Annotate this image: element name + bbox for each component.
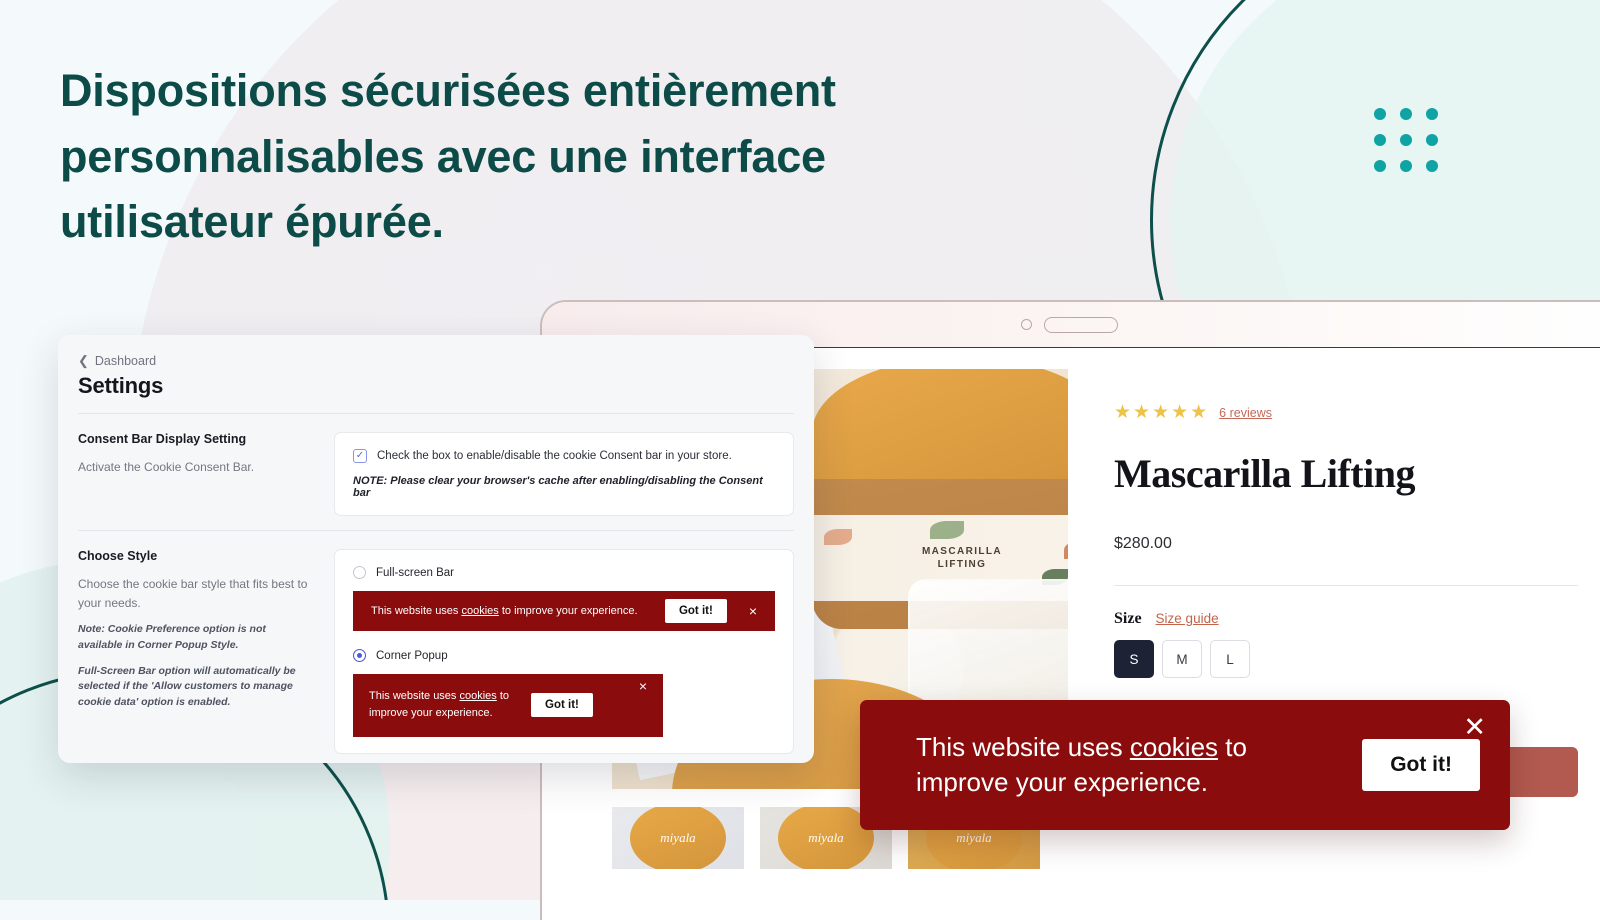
- jar-label-line1: MASCARILLA: [921, 546, 1003, 557]
- reviews-link[interactable]: 6 reviews: [1219, 406, 1272, 420]
- consent-note: NOTE: Please clear your browser's cache …: [353, 475, 763, 499]
- cookie-banner-close-icon[interactable]: ✕: [1463, 714, 1486, 741]
- product-info: ★★★★★ 6 reviews Mascarilla Lifting $280.…: [1072, 347, 1600, 920]
- speaker-icon: [1044, 316, 1118, 333]
- preview-full-close-icon[interactable]: ×: [741, 603, 765, 619]
- style-row-subtitle: Choose the cookie bar style that fits be…: [78, 577, 308, 610]
- preview-corner-got-it-button[interactable]: Got it!: [531, 692, 593, 717]
- style-row-panel: Full-screen Bar This website uses cookie…: [334, 549, 794, 754]
- divider: [78, 413, 794, 414]
- cookies-link[interactable]: cookies: [1130, 732, 1218, 762]
- preview-corner-popup: × This website uses cookies to improve y…: [353, 674, 663, 737]
- jar-label-line2: LIFTING: [937, 559, 987, 570]
- preview-corner-text: This website uses cookies to improve you…: [369, 690, 510, 719]
- cookies-link[interactable]: cookies: [461, 605, 498, 617]
- size-label-row: Size Size guide: [1114, 610, 1578, 628]
- checkbox-checked-icon[interactable]: ✓: [353, 449, 367, 463]
- size-label: Size: [1114, 610, 1142, 627]
- settings-card: ❮ Dashboard Settings Consent Bar Display…: [58, 335, 814, 763]
- breadcrumb-label: Dashboard: [94, 354, 157, 368]
- radio-unselected-icon[interactable]: [353, 566, 366, 579]
- leaf-decor: [824, 529, 852, 545]
- radio-label-corner-popup: Corner Popup: [376, 649, 448, 662]
- preview-full-text: This website uses cookies to improve you…: [371, 605, 638, 617]
- rating-row: ★★★★★ 6 reviews: [1114, 401, 1578, 424]
- style-row-note-2: Full-Screen Bar option will automaticall…: [78, 664, 296, 709]
- size-guide-link[interactable]: Size guide: [1156, 611, 1219, 626]
- consent-row-title: Consent Bar Display Setting: [78, 432, 247, 446]
- size-option-m[interactable]: M: [1162, 640, 1202, 678]
- cookie-banner-got-it-button[interactable]: Got it!: [1362, 739, 1480, 791]
- radio-full-screen-bar[interactable]: Full-screen Bar: [353, 566, 775, 579]
- size-option-l[interactable]: L: [1210, 640, 1250, 678]
- divider: [78, 530, 794, 531]
- style-row-note-1: Note: Cookie Preference option is not av…: [78, 623, 266, 651]
- radio-selected-icon[interactable]: [353, 649, 366, 662]
- dot-grid-icon: [1374, 108, 1438, 172]
- product-title: Mascarilla Lifting: [1114, 451, 1415, 496]
- radio-label-full-screen: Full-screen Bar: [376, 566, 454, 579]
- consent-checkbox-row[interactable]: ✓ Check the box to enable/disable the co…: [353, 449, 775, 463]
- consent-row-panel: ✓ Check the box to enable/disable the co…: [334, 432, 794, 516]
- thumbnail-caption: miyala: [630, 807, 726, 869]
- size-option-s[interactable]: S: [1114, 640, 1154, 678]
- consent-bar-display-row: Consent Bar Display Setting Activate the…: [78, 432, 794, 516]
- consent-checkbox-label: Check the box to enable/disable the cook…: [377, 450, 732, 462]
- style-row-title: Choose Style: [78, 549, 158, 563]
- cookie-consent-banner: This website uses cookies to improve you…: [860, 700, 1510, 830]
- settings-title: Settings: [78, 373, 164, 398]
- leaf-decor: [930, 521, 964, 539]
- product-price: $280.00: [1114, 535, 1172, 552]
- consent-row-subtitle: Activate the Cookie Consent Bar.: [78, 460, 255, 474]
- chevron-left-icon: ❮: [78, 353, 89, 368]
- choose-style-row: Choose Style Choose the cookie bar style…: [78, 549, 794, 754]
- radio-corner-popup[interactable]: Corner Popup: [353, 649, 775, 662]
- divider: [1114, 585, 1578, 586]
- camera-icon: [1021, 319, 1032, 330]
- consent-row-description: Consent Bar Display Setting Activate the…: [78, 432, 308, 516]
- star-rating-icon: ★★★★★: [1114, 402, 1210, 423]
- cookies-link[interactable]: cookies: [459, 690, 496, 702]
- size-options: S M L: [1114, 640, 1578, 678]
- preview-full-got-it-button[interactable]: Got it!: [664, 599, 727, 623]
- style-row-description: Choose Style Choose the cookie bar style…: [78, 549, 308, 754]
- preview-full-screen-bar: This website uses cookies to improve you…: [353, 591, 775, 631]
- breadcrumb[interactable]: ❮ Dashboard: [78, 353, 794, 369]
- page-title: Dispositions sécurisées entièrement pers…: [60, 65, 836, 248]
- preview-corner-close-icon[interactable]: ×: [631, 678, 655, 694]
- thumbnail-item[interactable]: miyala: [612, 807, 744, 869]
- cookie-banner-text: This website uses cookies to improve you…: [916, 731, 1247, 797]
